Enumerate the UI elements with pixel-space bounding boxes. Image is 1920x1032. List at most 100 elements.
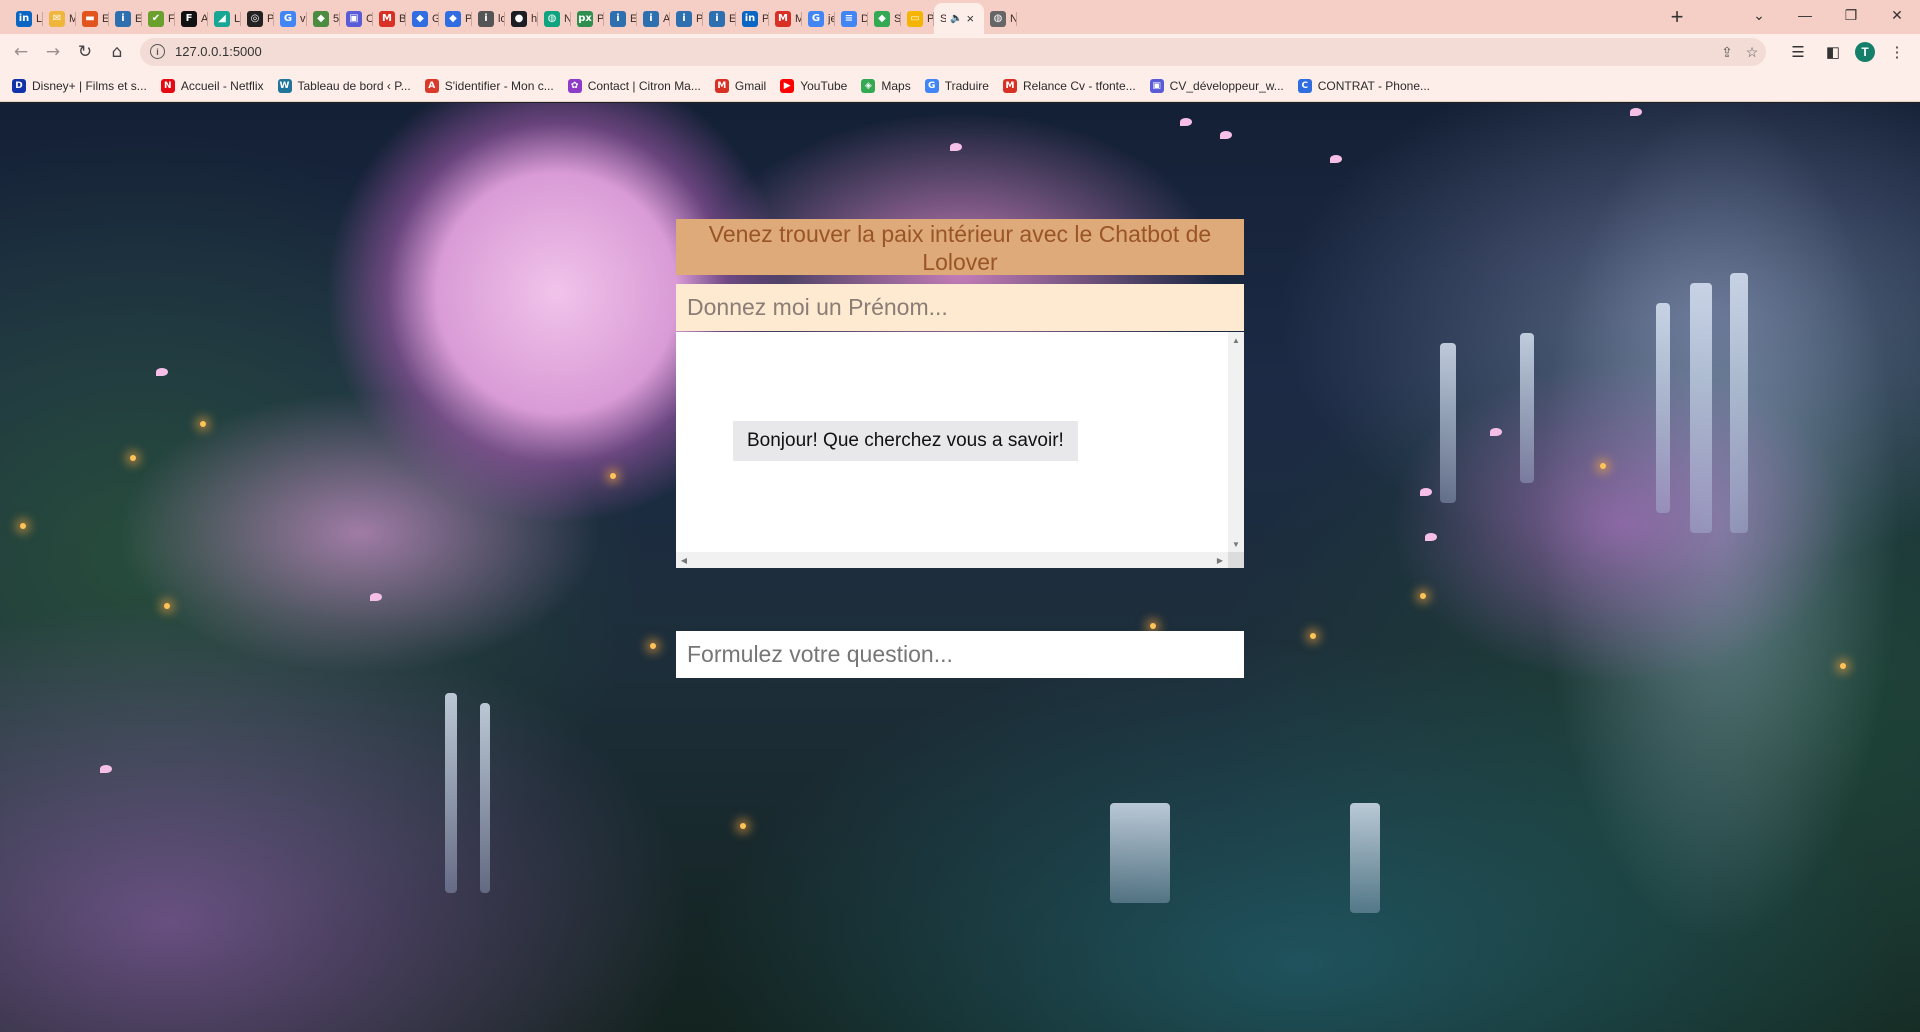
minimize-button[interactable]: — — [1782, 0, 1828, 30]
speaker-icon[interactable]: 🔈 — [950, 13, 962, 24]
bookmark-item[interactable]: ✿ Contact | Citron Ma... — [567, 78, 701, 93]
side-panel-icon[interactable]: ◧ — [1822, 41, 1844, 63]
tab-favicon-icon: ▬ — [82, 10, 98, 27]
petal-decoration — [1330, 155, 1342, 163]
bookmark-item[interactable]: C CONTRAT - Phone... — [1297, 78, 1430, 93]
tab-title: Pa — [696, 12, 703, 25]
tab-title: Ge — [432, 12, 439, 25]
bookmark-item[interactable]: ▶ YouTube — [780, 78, 847, 93]
close-window-button[interactable]: ✕ — [1874, 0, 1920, 30]
new-tab-button[interactable]: + — [1663, 4, 1691, 30]
chatbot-title: Venez trouver la paix intérieur avec le … — [676, 219, 1244, 275]
horizontal-scrollbar[interactable]: ◀ ▶ — [676, 552, 1228, 568]
browser-tab[interactable]: iloç — [472, 3, 505, 34]
restore-button[interactable]: ❐ — [1828, 0, 1874, 30]
tab-favicon-icon: in — [16, 10, 32, 27]
scroll-left-arrow-icon[interactable]: ◀ — [676, 552, 692, 568]
tab-title: htt — [531, 12, 538, 25]
bookmark-item[interactable]: D Disney+ | Films et s... — [12, 78, 147, 93]
waterfall-decoration — [1350, 803, 1380, 913]
site-info-icon[interactable]: i — [150, 44, 165, 59]
browser-tab[interactable]: ✔ Fai — [142, 3, 175, 34]
tab-title: Fai — [168, 12, 175, 25]
name-input[interactable] — [676, 284, 1244, 331]
tab-favicon-icon: i — [709, 10, 725, 27]
browser-tab[interactable]: ◎ Po — [241, 3, 274, 34]
bookmark-item[interactable]: M Gmail — [714, 78, 766, 93]
bookmark-item[interactable]: N Accueil - Netflix — [160, 78, 264, 93]
active-tab[interactable]: S 🔈 × — [934, 3, 984, 34]
browser-tab[interactable]: ◆ Pa — [439, 3, 472, 34]
forward-icon[interactable]: → — [40, 39, 66, 65]
url-text[interactable]: 127.0.0.1:5000 — [175, 44, 262, 59]
tab-favicon-icon: ▭ — [907, 10, 923, 27]
browser-tab[interactable]: ◍ Nc — [984, 3, 1017, 34]
bookmark-item[interactable]: W Tableau de bord ‹ P... — [277, 78, 411, 93]
browser-tab[interactable]: ◆ Sw — [868, 3, 901, 34]
scroll-up-arrow-icon[interactable]: ▲ — [1228, 332, 1244, 348]
bookmark-item[interactable]: ◈ Maps — [861, 78, 911, 93]
bookmark-label: Maps — [881, 78, 911, 93]
bookmark-favicon-icon: M — [714, 78, 729, 93]
bookmark-item[interactable]: ▣ CV_développeur_w... — [1149, 78, 1284, 93]
tab-title: loç — [498, 12, 505, 25]
browser-tab[interactable]: px Plu — [571, 3, 604, 34]
browser-tab[interactable]: M Me — [769, 3, 802, 34]
browser-tab[interactable]: M Bo — [373, 3, 406, 34]
browser-tab[interactable]: ◆ 5 r — [307, 3, 340, 34]
browser-tab[interactable]: ◢ Lo — [208, 3, 241, 34]
bot-message: Bonjour! Que cherchez vous a savoir! — [733, 421, 1078, 461]
bookmark-star-icon[interactable]: ☆ — [1743, 43, 1761, 61]
lantern-light — [1600, 463, 1606, 469]
share-icon[interactable]: ⇪ — [1718, 43, 1736, 61]
browser-tab[interactable]: i Ajc — [637, 3, 670, 34]
tab-title: Do — [861, 12, 868, 25]
tab-favicon-icon: ◆ — [412, 10, 428, 27]
bookmark-item[interactable]: M Relance Cv - tfonte... — [1002, 78, 1136, 93]
bookmark-item[interactable]: G Traduire — [924, 78, 989, 93]
browser-tab[interactable]: ▭ Pr — [901, 3, 934, 34]
tab-title: Ajc — [663, 12, 670, 25]
bookmark-favicon-icon: ▣ — [1149, 78, 1164, 93]
close-tab-icon[interactable]: × — [966, 11, 974, 26]
profile-avatar[interactable]: T — [1855, 42, 1875, 62]
browser-tab[interactable]: ◍ Ne — [538, 3, 571, 34]
bookmark-label: Accueil - Netflix — [180, 78, 264, 93]
lantern-light — [1150, 623, 1156, 629]
lantern-light — [164, 603, 170, 609]
tab-title: An — [201, 12, 208, 25]
scroll-down-arrow-icon[interactable]: ▼ — [1228, 536, 1244, 552]
chat-messages-area[interactable]: Bonjour! Que cherchez vous a savoir! ▲ ▼… — [676, 332, 1244, 568]
browser-tab[interactable]: i Em — [109, 3, 142, 34]
browser-tab[interactable]: ✉ Ma — [43, 3, 76, 34]
petal-decoration — [1630, 108, 1642, 116]
browser-tab[interactable]: ● htt — [505, 3, 538, 34]
home-icon[interactable]: ⌂ — [104, 39, 130, 65]
question-input[interactable] — [676, 631, 1244, 678]
reading-list-icon[interactable]: ☰ — [1787, 41, 1809, 63]
bookmark-label: Disney+ | Films et s... — [32, 78, 147, 93]
back-icon[interactable]: ← — [8, 39, 34, 65]
scroll-right-arrow-icon[interactable]: ▶ — [1212, 552, 1228, 568]
browser-tab[interactable]: in LinkedIn — [10, 3, 43, 34]
address-bar[interactable]: i 127.0.0.1:5000 ⇪ ☆ — [140, 38, 1766, 66]
browser-tab[interactable]: i Em — [604, 3, 637, 34]
browser-tab[interactable]: ◆ Ge — [406, 3, 439, 34]
vertical-scrollbar[interactable]: ▲ ▼ — [1228, 332, 1244, 552]
browser-tab[interactable]: in Pu — [736, 3, 769, 34]
browser-tab[interactable]: ▬ EX — [76, 3, 109, 34]
browser-tab[interactable]: i Em — [703, 3, 736, 34]
reload-icon[interactable]: ↻ — [72, 39, 98, 65]
tab-favicon-icon: i — [115, 10, 131, 27]
menu-kebab-icon[interactable]: ⋮ — [1886, 41, 1908, 63]
tab-search-icon[interactable]: ⌄ — [1736, 0, 1782, 30]
browser-tab[interactable]: Gje — [802, 3, 835, 34]
browser-tab[interactable]: ▣ CV — [340, 3, 373, 34]
bookmark-item[interactable]: A S'identifier - Mon c... — [424, 78, 554, 93]
browser-tab[interactable]: i Pa — [670, 3, 703, 34]
browser-tab[interactable]: F An — [175, 3, 208, 34]
browser-tab[interactable]: ≡ Do — [835, 3, 868, 34]
bookmark-label: Traduire — [944, 78, 989, 93]
tab-title: Plu — [597, 12, 604, 25]
browser-tab[interactable]: Gvid — [274, 3, 307, 34]
